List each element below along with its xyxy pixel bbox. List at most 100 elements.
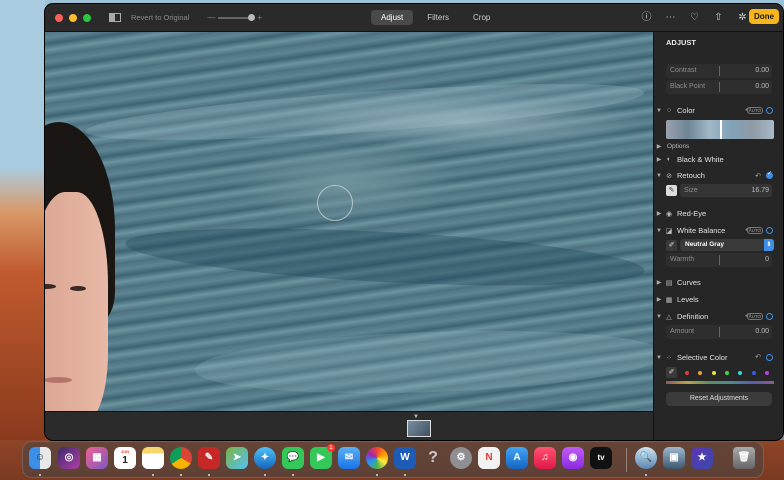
section-red-eye[interactable]: ▶ ◉ Red-Eye bbox=[654, 206, 783, 221]
auto-button[interactable]: AUTO bbox=[746, 313, 763, 320]
info-icon[interactable]: ⓘ bbox=[640, 11, 653, 24]
preview-icon[interactable]: 🔍 bbox=[635, 447, 657, 469]
calendar-icon[interactable]: JUN 1 bbox=[114, 447, 136, 469]
contrast-value[interactable]: 0.00 bbox=[755, 67, 769, 74]
photo-thumbnail[interactable] bbox=[407, 420, 431, 437]
finder-icon[interactable]: ☺ bbox=[29, 447, 51, 469]
purple-swatch[interactable] bbox=[765, 371, 770, 375]
color-swatches bbox=[680, 368, 774, 378]
zoom-slider[interactable] bbox=[218, 13, 256, 21]
notification-badge: 1 bbox=[327, 444, 335, 452]
launchpad-icon[interactable]: ▦ bbox=[86, 447, 108, 469]
green-swatch[interactable] bbox=[724, 371, 729, 375]
chevron-updown-icon[interactable]: ⇕ bbox=[764, 239, 774, 251]
chevron-down-icon[interactable]: ▼ bbox=[654, 173, 664, 179]
tab-adjust[interactable]: Adjust bbox=[371, 10, 414, 25]
more-icon[interactable]: ⋯ bbox=[664, 11, 677, 24]
chevron-right-icon[interactable]: ▶ bbox=[654, 156, 664, 163]
system-preferences-icon[interactable]: ⚙ bbox=[450, 447, 472, 469]
hue-slider[interactable] bbox=[666, 381, 774, 384]
photo-document-icon[interactable]: ▣ bbox=[663, 447, 685, 469]
section-definition[interactable]: ▼ △ Definition bbox=[654, 309, 783, 324]
favorite-icon[interactable]: ♡ bbox=[688, 11, 701, 24]
section-selective-color[interactable]: ▼ ⁘ Selective Color bbox=[654, 350, 783, 365]
done-button[interactable]: Done bbox=[749, 9, 779, 24]
news-icon[interactable]: N bbox=[478, 447, 500, 469]
section-curves[interactable]: ▶ ▤ Curves bbox=[654, 275, 783, 290]
help-icon[interactable]: ? bbox=[422, 447, 444, 469]
magic-wand-icon[interactable]: ✲ bbox=[736, 11, 749, 24]
section-white-balance[interactable]: ▼ ◪ White Balance bbox=[654, 223, 783, 238]
color-slider-strip[interactable] bbox=[666, 120, 774, 139]
zoom-in-icon[interactable]: + bbox=[257, 13, 262, 22]
yellow-swatch[interactable] bbox=[711, 371, 716, 375]
chrome-icon[interactable] bbox=[170, 447, 192, 469]
definition-toggle[interactable] bbox=[766, 313, 773, 320]
chevron-right-icon[interactable]: ▶ bbox=[654, 210, 664, 217]
app-store-icon[interactable]: A bbox=[506, 447, 528, 469]
undo-icon[interactable]: ↶ bbox=[755, 353, 761, 361]
chevron-right-icon[interactable]: ▶ bbox=[654, 279, 664, 286]
reset-adjustments-button[interactable]: Reset Adjustments bbox=[666, 392, 772, 406]
trash-icon[interactable]: 🗑 bbox=[733, 447, 755, 469]
warmth-value[interactable]: 0 bbox=[765, 256, 769, 263]
black-white-icon: ◐ bbox=[666, 156, 672, 163]
zoom-slider-knob[interactable] bbox=[248, 13, 256, 21]
color-toggle[interactable] bbox=[766, 107, 773, 114]
word-icon[interactable]: W bbox=[394, 447, 416, 469]
eyedropper-icon[interactable]: ✐ bbox=[666, 240, 677, 251]
compare-icon[interactable] bbox=[109, 13, 121, 22]
brush-icon[interactable]: ✎ bbox=[666, 185, 677, 196]
pdf-reader-icon[interactable]: ✎ bbox=[198, 447, 220, 469]
chevron-right-icon[interactable]: ▶ bbox=[654, 143, 664, 150]
revert-to-original-button[interactable]: Revert to Original bbox=[131, 13, 189, 22]
black-point-value[interactable]: 0.00 bbox=[755, 83, 769, 90]
music-icon[interactable]: ♫ bbox=[534, 447, 556, 469]
messages-icon[interactable]: 💬 bbox=[282, 447, 304, 469]
fullscreen-window-button[interactable] bbox=[83, 13, 91, 22]
size-value[interactable]: 16.79 bbox=[751, 187, 769, 194]
zoom-out-icon[interactable]: — bbox=[207, 13, 215, 22]
mail-icon[interactable]: ✉ bbox=[338, 447, 360, 469]
close-window-button[interactable] bbox=[55, 13, 63, 22]
undo-icon[interactable]: ↶ bbox=[755, 172, 761, 180]
section-color[interactable]: ▼ ○ Color bbox=[654, 103, 783, 118]
photos-icon[interactable] bbox=[366, 447, 388, 469]
edit-mode-tabs: Adjust Filters Crop bbox=[371, 10, 500, 25]
orange-swatch[interactable] bbox=[698, 371, 703, 375]
chevron-down-icon[interactable]: ▼ bbox=[654, 314, 664, 320]
minimize-window-button[interactable] bbox=[69, 13, 77, 22]
chevron-right-icon[interactable]: ▶ bbox=[654, 296, 664, 303]
amount-value[interactable]: 0.00 bbox=[755, 328, 769, 335]
photo-canvas[interactable] bbox=[45, 32, 653, 411]
cyan-swatch[interactable] bbox=[738, 371, 743, 375]
maps-icon[interactable]: ➤ bbox=[226, 447, 248, 469]
white-balance-toggle[interactable] bbox=[766, 227, 773, 234]
share-icon[interactable]: ⇧ bbox=[712, 11, 725, 24]
selective-color-toggle[interactable] bbox=[766, 354, 773, 361]
imovie-icon[interactable]: ★ bbox=[691, 447, 713, 469]
white-balance-icon: ◪ bbox=[665, 227, 673, 235]
eyedropper-icon[interactable]: ✐ bbox=[666, 367, 677, 378]
tab-crop[interactable]: Crop bbox=[463, 10, 500, 25]
notes-icon[interactable] bbox=[142, 447, 164, 469]
section-retouch[interactable]: ▼ ⊘ Retouch bbox=[654, 168, 783, 183]
color-slider-cursor[interactable] bbox=[720, 120, 722, 139]
white-balance-preset-select[interactable]: Neutral Gray ⇕ bbox=[680, 239, 774, 251]
section-black-white[interactable]: ▶ ◐ Black & White bbox=[654, 152, 783, 167]
chevron-down-icon[interactable]: ▼ bbox=[654, 108, 664, 114]
auto-button[interactable]: AUTO bbox=[746, 227, 763, 234]
tab-filters[interactable]: Filters bbox=[417, 10, 459, 25]
safari-icon[interactable]: ✦ bbox=[254, 447, 276, 469]
podcasts-icon[interactable]: ◉ bbox=[562, 447, 584, 469]
apple-tv-icon[interactable]: tv bbox=[590, 447, 612, 469]
retouch-toggle[interactable] bbox=[766, 170, 773, 179]
red-swatch[interactable] bbox=[684, 371, 689, 375]
siri-icon[interactable]: ◎ bbox=[58, 447, 80, 469]
blue-swatch[interactable] bbox=[751, 371, 756, 375]
chevron-down-icon[interactable]: ▼ bbox=[654, 228, 664, 234]
auto-button[interactable]: AUTO bbox=[746, 107, 763, 114]
facetime-icon[interactable]: ▶ 1 bbox=[310, 444, 335, 469]
section-levels[interactable]: ▶ ▦ Levels bbox=[654, 292, 783, 307]
chevron-down-icon[interactable]: ▼ bbox=[654, 355, 664, 361]
